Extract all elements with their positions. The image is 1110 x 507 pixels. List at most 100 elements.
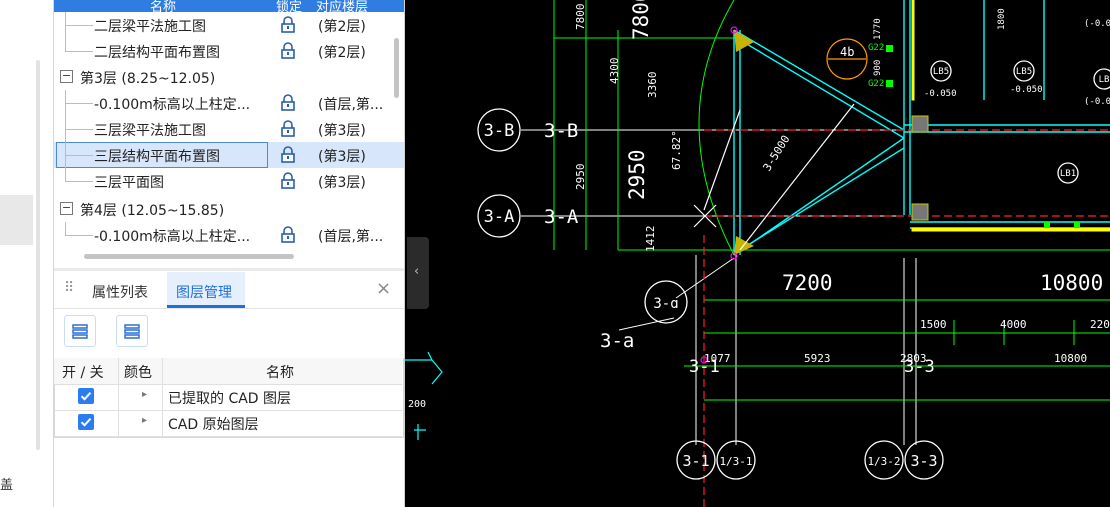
expand-arrow-icon[interactable]: ▸	[142, 389, 147, 400]
drawing-name: 二层梁平法施工图	[94, 19, 206, 35]
floor-label: (首层,第...	[318, 97, 384, 113]
close-icon[interactable]: ×	[376, 278, 391, 299]
lock-icon[interactable]	[280, 172, 296, 189]
dim-2200: 2200	[1090, 318, 1110, 331]
axis-bubble-3-3: 3-3	[910, 452, 937, 470]
tag-g22: G22	[868, 43, 884, 53]
dim-7200: 7200	[782, 271, 833, 295]
tab-properties[interactable]: 属性列表	[92, 282, 148, 302]
sidebar-selected-item[interactable]	[0, 195, 33, 245]
tag-level: (-0.050	[1084, 97, 1110, 107]
drawing-name: 三层结构平面布置图	[94, 149, 220, 165]
dim-7800: 7800	[629, 0, 653, 40]
dim-1800: 1800	[997, 8, 1007, 30]
drawing-panel: 名称 锁定 对应楼层 二层梁平法施工图 (第2层) 二层结构平面布置图 (第2层…	[54, 0, 405, 507]
lock-icon[interactable]	[280, 94, 296, 111]
tree-row[interactable]: 三层平面图 (第3层)	[54, 168, 404, 194]
axis-bubble-3alpha: 3-ɑ	[653, 296, 678, 312]
dim-diag: 3-5000	[761, 133, 793, 174]
layer-name: 已提取的 CAD 图层	[168, 391, 292, 407]
expand-arrow-icon[interactable]: ▸	[142, 415, 147, 426]
tag-lb5: LB5	[1016, 67, 1032, 77]
dim-2950-small: 2950	[574, 164, 587, 191]
tree-vertical-scrollbar[interactable]	[394, 38, 399, 98]
dim-4000: 4000	[1000, 318, 1027, 331]
dim-10800-small: 10800	[1054, 352, 1087, 365]
axis-label-3b: 3-B	[544, 120, 578, 142]
tag-lb: LB	[1099, 75, 1110, 85]
floor-label: (第3层)	[318, 149, 366, 165]
dim-7800-small: 7800	[574, 4, 587, 31]
panel-splitter[interactable]	[54, 268, 404, 271]
axis-label-3a: 3-A	[544, 206, 579, 228]
left-sidebar: 盖	[0, 0, 54, 507]
tree-header: 名称 锁定 对应楼层	[54, 0, 404, 15]
tag-lb1: LB1	[1060, 169, 1076, 179]
axis-bubble-3b: 3-B	[484, 121, 515, 141]
col-color-header: 颜色	[124, 365, 152, 381]
tab-layers[interactable]: 图层管理	[176, 282, 232, 302]
tree-row[interactable]: 三层梁平法施工图 (第3层)	[54, 116, 404, 142]
tree-row[interactable]: 二层结构平面布置图 (第2层)	[54, 38, 404, 64]
axis-bubble-3-1: 3-1	[682, 452, 709, 470]
dim-1077: 1077	[704, 352, 731, 365]
floor-label: (第2层)	[318, 19, 366, 35]
dim-1770: 1770	[873, 18, 883, 40]
drawing-name: 三层平面图	[94, 175, 164, 191]
collapse-toggle[interactable]: −	[60, 202, 73, 215]
tree-row[interactable]: -0.100m标高以上柱定... (首层,第...	[54, 222, 404, 248]
layer-table-header: 开 / 关 颜色 名称	[54, 358, 402, 385]
dim-1500: 1500	[920, 318, 947, 331]
cad-canvas[interactable]: 3-B 3-A 3-ɑ 3-B 3-A 3-a 3-1 1/3-1 1/3-2 …	[404, 0, 1110, 507]
floor-label: (首层,第...	[318, 229, 384, 245]
layer-tool-button-1[interactable]	[64, 315, 96, 347]
dim-4300: 4300	[608, 58, 621, 85]
dim-edge-200: 200	[408, 399, 426, 410]
lock-icon[interactable]	[280, 42, 296, 59]
tag-lb5: LB5	[933, 67, 949, 77]
layer-tool-button-2[interactable]	[116, 315, 148, 347]
layer-row[interactable]: ▸ CAD 原始图层	[54, 410, 402, 437]
layer-name: CAD 原始图层	[168, 417, 259, 433]
floor-group-name: 第3层 (8.25~12.05)	[80, 71, 216, 87]
tree-row-selected[interactable]: 三层结构平面布置图 (第3层)	[54, 142, 404, 168]
dim-10800: 10800	[1040, 271, 1103, 295]
layer-list-icon	[124, 324, 140, 339]
col-toggle-header: 开 / 关	[62, 365, 104, 381]
lock-icon[interactable]	[280, 146, 296, 163]
dim-1412: 1412	[644, 226, 657, 253]
dim-2803: 2803	[900, 352, 927, 365]
drawing-tree: 名称 锁定 对应楼层 二层梁平法施工图 (第2层) 二层结构平面布置图 (第2层…	[54, 0, 404, 268]
drawing-name: -0.100m标高以上柱定...	[94, 97, 251, 113]
axis-bubble-1-3-1: 1/3-1	[719, 455, 752, 468]
axis-bubble-1-3-2: 1/3-2	[867, 455, 900, 468]
layer-row[interactable]: ▸ 已提取的 CAD 图层	[54, 384, 402, 411]
tag-g22: G22	[868, 79, 884, 89]
layer-visible-checkbox[interactable]	[78, 414, 94, 430]
dim-2950: 2950	[625, 149, 649, 200]
tag-level: (-0.050	[1084, 19, 1110, 29]
dim-900: 900	[873, 60, 883, 76]
dim-3360: 3360	[646, 72, 659, 99]
collapse-toggle[interactable]: −	[60, 70, 73, 83]
layer-visible-checkbox[interactable]	[78, 388, 94, 404]
floor-label: (第3层)	[318, 175, 366, 191]
tree-horizontal-scrollbar[interactable]	[84, 254, 294, 259]
tree-row[interactable]: 二层梁平法施工图 (第2层)	[54, 12, 404, 38]
drawing-name: 三层梁平法施工图	[94, 123, 206, 139]
drag-grip-icon[interactable]: ⠿	[64, 280, 74, 296]
sidebar-scrollbar[interactable]	[36, 60, 40, 450]
tag-level: -0.050	[924, 89, 957, 99]
floor-group-row[interactable]: − 第4层 (12.05~15.85)	[54, 196, 404, 222]
lock-icon[interactable]	[280, 226, 296, 243]
lock-icon[interactable]	[280, 16, 296, 33]
col-name-header: 名称	[266, 365, 294, 381]
floor-group-row[interactable]: − 第3层 (8.25~12.05)	[54, 64, 404, 90]
dim-5923: 5923	[804, 352, 831, 365]
floor-label: (第3层)	[318, 123, 366, 139]
tree-row[interactable]: -0.100m标高以上柱定... (首层,第...	[54, 90, 404, 116]
axis-label-3a-sub: 3-a	[600, 330, 634, 352]
lock-icon[interactable]	[280, 120, 296, 137]
dim-angle: 67.82°	[670, 130, 683, 170]
tag-level: -0.050	[1010, 85, 1043, 95]
